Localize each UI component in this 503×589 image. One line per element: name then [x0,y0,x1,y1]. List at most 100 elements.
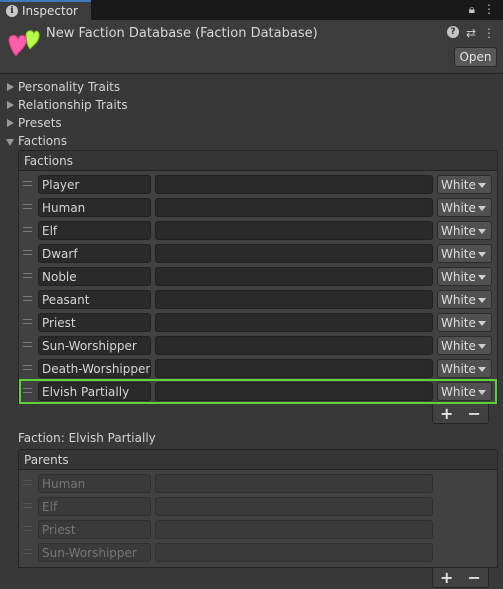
faction-name-field[interactable]: Death-Worshipper [38,359,151,378]
foldout-expanded-icon [6,137,15,146]
faction-name-field[interactable]: Elf [38,221,151,240]
faction-value-field[interactable] [155,382,433,401]
header-tools: ? ⇄ ⋮ [446,26,495,40]
faction-name-field[interactable]: Sun-Worshipper [38,336,151,355]
help-icon[interactable]: ? [446,26,459,38]
faction-row[interactable]: Player White [19,173,497,196]
drag-handle-icon[interactable] [23,319,32,324]
dropdown-value: White [441,338,476,353]
faction-color-dropdown[interactable]: White [437,336,492,355]
faction-name-field[interactable]: Dwarf [38,244,151,263]
context-menu-icon[interactable]: ⋮ [483,26,495,40]
drag-handle-icon [23,526,32,531]
chevron-down-icon [478,321,486,326]
factions-list: Player White Human White Elf White Dwarf… [18,171,498,404]
chevron-down-icon [478,229,486,234]
dropdown-value: White [441,177,476,192]
parent-name-field: Human [38,474,151,493]
drag-handle-icon[interactable] [23,365,32,370]
faction-name-field[interactable]: Peasant [38,290,151,309]
faction-value-field[interactable] [155,290,433,309]
drag-handle-icon[interactable] [23,388,32,393]
faction-row[interactable]: Death-Worshipper White [19,357,497,380]
tab-inspector[interactable]: i Inspector [0,0,91,20]
faction-row[interactable]: Priest White [19,311,497,334]
faction-value-field[interactable] [155,221,433,240]
dropdown-value: White [441,246,476,261]
faction-row[interactable]: Dwarf White [19,242,497,265]
faction-value-field[interactable] [155,198,433,217]
faction-color-dropdown[interactable]: White [437,244,492,263]
chevron-down-icon [478,390,486,395]
drag-handle-icon[interactable] [23,342,32,347]
drag-handle-icon[interactable] [23,250,32,255]
faction-row[interactable]: Human White [19,196,497,219]
add-parent-button[interactable]: + [440,568,453,587]
faction-color-dropdown[interactable]: White [437,382,492,401]
faction-name-field[interactable]: Human [38,198,151,217]
drag-handle-icon[interactable] [23,227,32,232]
remove-faction-button[interactable]: − [468,404,481,423]
faction-value-field[interactable] [155,175,433,194]
faction-color-dropdown[interactable]: White [437,221,492,240]
foldout-personality-traits[interactable]: Personality Traits [6,78,120,96]
parent-name-field: Priest [38,520,151,539]
chevron-down-icon [478,298,486,303]
dropdown-value: White [441,292,476,307]
factions-list-footer: + − [432,404,489,424]
parent-row: Priest [19,518,497,541]
foldout-factions[interactable]: Factions [6,132,67,150]
foldout-label: Presets [18,116,62,130]
drag-handle-icon[interactable] [23,296,32,301]
faction-row[interactable]: Sun-Worshipper White [19,334,497,357]
faction-name-field[interactable]: Priest [38,313,151,332]
faction-name-field[interactable]: Elvish Partially [38,382,151,401]
faction-detail-title: Faction: Elvish Partially [18,431,156,445]
drag-handle-icon[interactable] [23,204,32,209]
faction-row[interactable]: Peasant White [19,288,497,311]
drag-handle-icon[interactable] [23,181,32,186]
foldout-label: Personality Traits [18,80,121,94]
parent-row: Human [19,472,497,495]
add-faction-button[interactable]: + [440,404,453,423]
faction-value-field[interactable] [155,359,433,378]
faction-name-field[interactable]: Player [38,175,151,194]
faction-color-dropdown[interactable]: White [437,290,492,309]
lock-icon[interactable]: 🔒︎ [469,2,475,17]
faction-color-dropdown[interactable]: White [437,267,492,286]
faction-value-field[interactable] [155,267,433,286]
parent-value-field [155,497,433,516]
foldout-label: Factions [18,134,67,148]
drag-handle-icon [23,549,32,554]
preset-settings-icon[interactable]: ⇄ [466,26,476,40]
faction-color-dropdown[interactable]: White [437,313,492,332]
drag-handle-icon[interactable] [23,273,32,278]
info-icon: i [6,5,18,17]
faction-value-field[interactable] [155,244,433,263]
remove-parent-button[interactable]: − [468,568,481,587]
foldout-relationship-traits[interactable]: Relationship Traits [6,96,128,114]
faction-name-field[interactable]: Noble [38,267,151,286]
faction-row[interactable]: Elf White [19,219,497,242]
parent-name-field: Sun-Worshipper [38,543,151,562]
dropdown-value: White [441,223,476,238]
faction-row[interactable]: Noble White [19,265,497,288]
faction-database-icon [8,30,40,57]
faction-value-field[interactable] [155,313,433,332]
more-menu-icon[interactable]: ⋮ [483,2,495,17]
dropdown-value: White [441,315,476,330]
foldout-collapsed-icon [6,100,15,110]
faction-color-dropdown[interactable]: White [437,359,492,378]
foldout-presets[interactable]: Presets [6,114,62,132]
faction-color-dropdown[interactable]: White [437,198,492,217]
tab-bar: i Inspector 🔒︎ ⋮ [0,0,503,20]
faction-color-dropdown[interactable]: White [437,175,492,194]
faction-row-selected[interactable]: Elvish Partially White [19,379,497,404]
chevron-down-icon [478,183,486,188]
dropdown-value: White [441,384,476,399]
chevron-down-icon [478,344,486,349]
open-button[interactable]: Open [454,47,497,67]
chevron-down-icon [478,275,486,280]
dropdown-value: White [441,361,476,376]
faction-value-field[interactable] [155,336,433,355]
